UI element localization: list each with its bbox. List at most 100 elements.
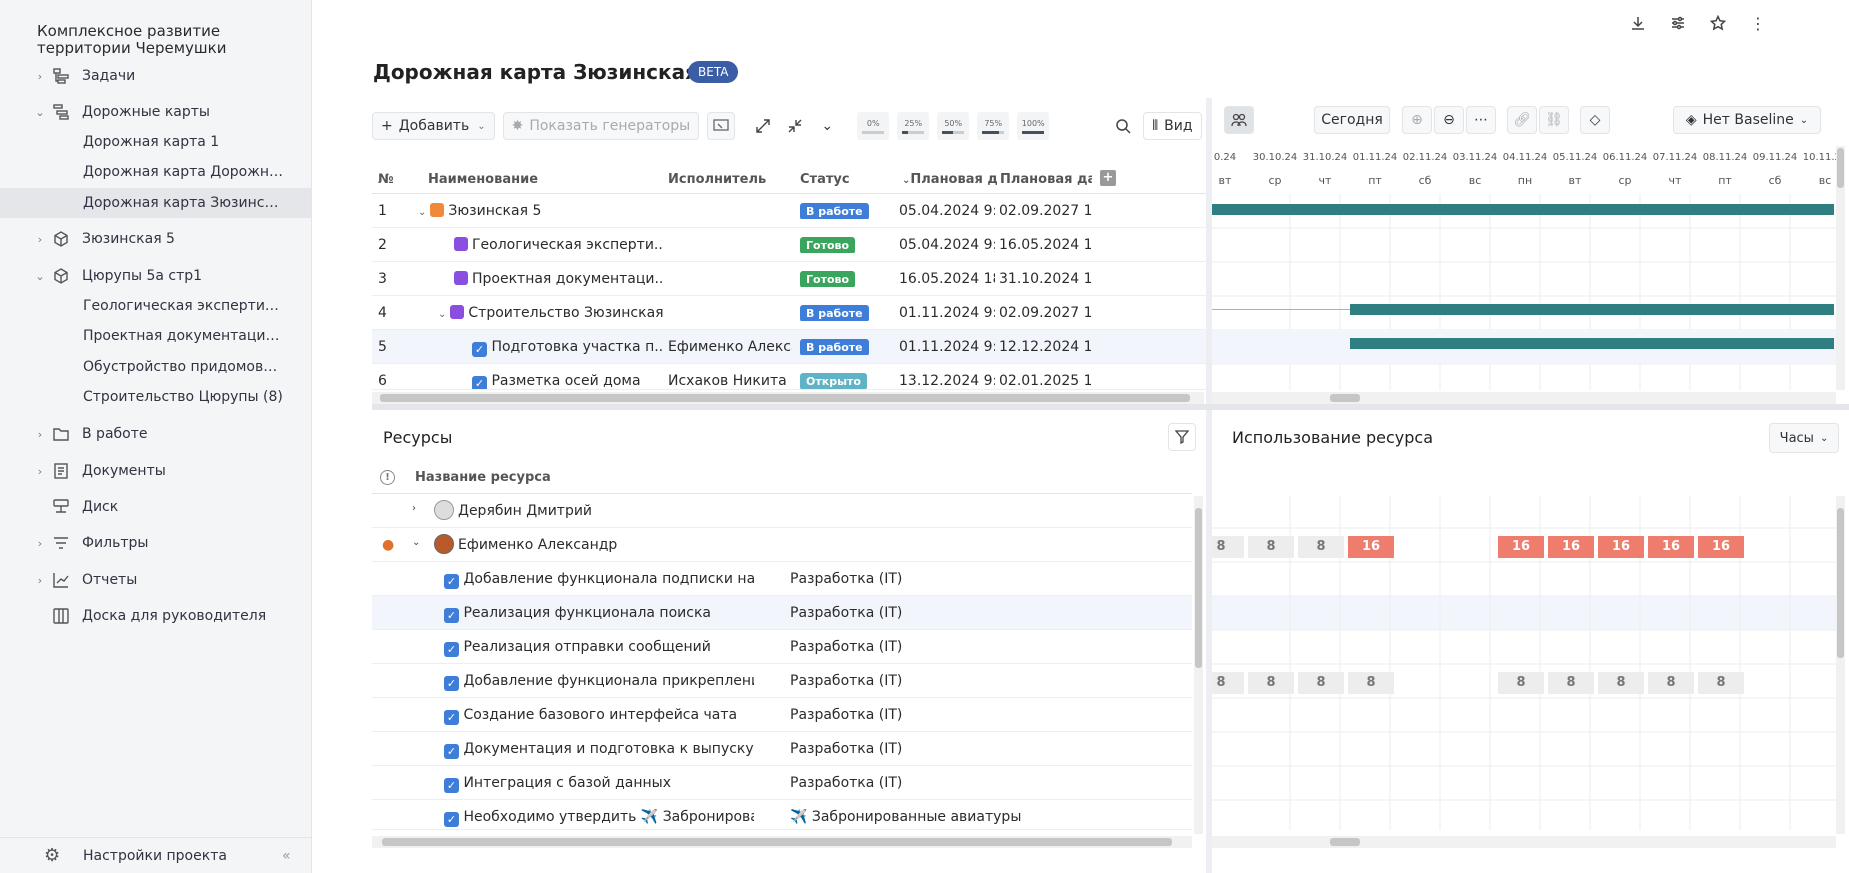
gantt-bar[interactable] — [1350, 304, 1834, 315]
table-row[interactable]: 5 ✓ Подготовка участка п... Ефименко Але… — [372, 330, 1206, 364]
plan-end[interactable]: 02.01.2025 18 — [999, 373, 1091, 389]
usage-vertical-scrollbar[interactable] — [1836, 496, 1845, 834]
sidebar-item-geology[interactable]: Геологическая экспертиза ... — [0, 291, 311, 321]
row-name[interactable]: Геологическая эксперти... — [454, 237, 664, 253]
sidebar-item-tsyurupy[interactable]: ⌄ Цюрупы 5а стр1 — [0, 261, 311, 291]
grid-horizontal-scrollbar[interactable] — [372, 392, 1204, 404]
add-button[interactable]: + Добавить ⌄ — [372, 112, 495, 140]
sidebar-item-filters[interactable]: › Фильтры — [0, 528, 311, 558]
progress-75-button[interactable]: 75% — [977, 112, 1010, 140]
progress-0-button[interactable]: 0% — [857, 112, 890, 140]
status-cell[interactable]: В работе — [800, 203, 869, 219]
usage-horizontal-scrollbar[interactable] — [1212, 836, 1836, 848]
row-name[interactable]: ✓ Разметка осей дома — [472, 373, 664, 389]
zoom-in-icon[interactable]: ⊕ — [1402, 106, 1432, 134]
status-cell[interactable]: Готово — [800, 237, 856, 253]
resource-row[interactable]: ✓ Документация и подготовка к выпуску Ра… — [372, 732, 1192, 766]
chevron-down-icon[interactable]: ⌄ — [412, 537, 420, 548]
chevron-right-icon[interactable]: › — [34, 465, 46, 478]
table-row[interactable]: 3 Проектная документаци... Готово 16.05.… — [372, 262, 1206, 296]
col-assignee[interactable]: Исполнитель — [668, 172, 766, 187]
plan-start[interactable]: 01.11.2024 9:0 — [899, 339, 995, 355]
collapse-icon[interactable] — [781, 112, 810, 140]
chevron-down-icon[interactable]: ⌄ — [34, 270, 46, 283]
milestone-diamond-icon[interactable]: ◇ — [1580, 106, 1610, 134]
sidebar-item-disk[interactable]: Диск — [0, 492, 311, 522]
baseline-select[interactable]: ◈ Нет Baseline ⌄ — [1673, 106, 1821, 134]
progress-50-button[interactable]: 50% — [937, 112, 970, 140]
plan-end[interactable]: 31.10.2024 18 — [999, 271, 1091, 287]
status-cell[interactable]: В работе — [800, 339, 869, 355]
resource-row[interactable]: ✓ Создание базового интерфейса чата Разр… — [372, 698, 1192, 732]
unlink-icon[interactable]: ⛓︎ — [1539, 106, 1569, 134]
today-button[interactable]: Сегодня — [1314, 106, 1390, 134]
plan-end[interactable]: 02.09.2027 18 — [999, 203, 1091, 219]
sidebar-item-zyuzinskaya-5[interactable]: › Зюзинская 5 — [0, 224, 311, 254]
resource-row[interactable]: ✓ Необходимо утвердить ✈️ Забронированны… — [372, 800, 1192, 830]
sidebar-item-project-docs[interactable]: Проектная документация ... — [0, 321, 311, 351]
status-cell[interactable]: Готово — [800, 271, 856, 287]
row-name[interactable]: Проектная документаци... — [454, 271, 664, 287]
plan-start[interactable]: 05.04.2024 9:0 — [899, 203, 995, 219]
expand-icon[interactable] — [749, 112, 778, 140]
chevron-right-icon[interactable]: › — [34, 537, 46, 550]
resources-horizontal-scrollbar[interactable] — [372, 836, 1192, 848]
chevron-down-icon[interactable]: ⌄ — [34, 106, 46, 119]
gantt-vertical-scrollbar[interactable] — [1836, 146, 1845, 390]
row-assignee[interactable]: Ефименко Алекса — [668, 339, 792, 355]
col-resource-name[interactable]: Название ресурса — [415, 470, 551, 485]
view-button[interactable]: ⫴ Вид — [1143, 112, 1202, 140]
project-settings-link[interactable]: Настройки проекта — [83, 848, 227, 864]
settings-sliders-icon[interactable] — [1667, 12, 1689, 34]
chevron-right-icon[interactable]: › — [34, 233, 46, 246]
star-icon[interactable] — [1707, 12, 1729, 34]
status-cell[interactable]: В работе — [800, 305, 869, 321]
gantt-bar[interactable] — [1212, 204, 1834, 215]
sidebar-item-roadmap-1[interactable]: Дорожная карта 1 — [0, 127, 311, 157]
gantt-bar[interactable] — [1350, 338, 1834, 349]
chevron-down-icon[interactable]: ⌄ — [813, 112, 842, 140]
col-name[interactable]: Наименование — [428, 172, 538, 187]
table-row[interactable]: 4 ⌄ Строительство Зюзинская В работе 01.1… — [372, 296, 1206, 330]
row-name[interactable]: ⌄ Зюзинская 5 — [418, 203, 648, 219]
sidebar-item-roadmaps[interactable]: ⌄ Дорожные карты — [0, 97, 311, 127]
plan-end[interactable]: 12.12.2024 18 — [999, 339, 1091, 355]
sidebar-item-tasks[interactable]: › Задачи — [0, 61, 311, 91]
row-name[interactable]: ✓ Подготовка участка п... — [472, 339, 664, 357]
col-status[interactable]: Статус — [800, 172, 850, 187]
search-icon[interactable] — [1109, 112, 1138, 140]
chevron-down-icon[interactable]: ⌄ — [438, 309, 446, 320]
chevron-down-icon[interactable]: ⌄ — [418, 207, 426, 218]
resource-row[interactable]: ✓ Реализация отправки сообщений Разработ… — [372, 630, 1192, 664]
zoom-out-icon[interactable]: ⊖ — [1434, 106, 1464, 134]
download-icon[interactable] — [1627, 12, 1649, 34]
unit-select[interactable]: Часы ⌄ — [1769, 423, 1839, 453]
resource-row[interactable]: › Дерябин Дмитрий — [372, 494, 1192, 528]
more-vertical-icon[interactable]: ⋮ — [1747, 12, 1769, 34]
sidebar-item-documents[interactable]: › Документы — [0, 456, 311, 486]
col-plan-start[interactable]: ⌄Плановая д — [902, 172, 997, 187]
sidebar-item-board[interactable]: Доска для руководителя — [0, 601, 311, 631]
plan-start[interactable]: 05.04.2024 9:0 — [899, 237, 995, 253]
table-row[interactable]: 1 ⌄ Зюзинская 5 В работе 05.04.2024 9:0 0… — [372, 194, 1206, 228]
resources-toggle-icon[interactable] — [1224, 106, 1254, 134]
chevron-right-icon[interactable]: › — [34, 70, 46, 83]
plan-end[interactable]: 02.09.2027 18 — [999, 305, 1091, 321]
chevron-right-icon[interactable]: › — [34, 574, 46, 587]
sidebar-item-construction[interactable]: Строительство Цюрупы (8) — [0, 382, 311, 412]
chevron-right-icon[interactable]: › — [34, 428, 46, 441]
table-row[interactable]: 6 ✓ Разметка осей дома Исхаков Никита Н … — [372, 364, 1206, 390]
resource-row[interactable]: ✓ Интеграция с базой данных Разработка (… — [372, 766, 1192, 800]
col-plan-end[interactable]: Плановая дат — [1000, 172, 1092, 187]
row-assignee[interactable]: Исхаков Никита Н — [668, 373, 792, 389]
sidebar-item-in-work[interactable]: › В работе — [0, 419, 311, 449]
resource-row[interactable]: ● ⌄ Ефименко Александр — [372, 528, 1192, 562]
plan-start[interactable]: 01.11.2024 9:0 — [899, 305, 995, 321]
plan-end[interactable]: 16.05.2024 18 — [999, 237, 1091, 253]
table-row[interactable]: 2 Геологическая эксперти... Готово 05.04… — [372, 228, 1206, 262]
sidebar-item-landscaping[interactable]: Обустройство придомовой ... — [0, 352, 311, 382]
resources-vertical-scrollbar[interactable] — [1194, 496, 1203, 834]
resource-row[interactable]: ✓ Реализация функционала поиска Разработ… — [372, 596, 1192, 630]
plan-start[interactable]: 13.12.2024 9:0 — [899, 373, 995, 389]
row-name[interactable]: ⌄ Строительство Зюзинская — [438, 305, 668, 321]
